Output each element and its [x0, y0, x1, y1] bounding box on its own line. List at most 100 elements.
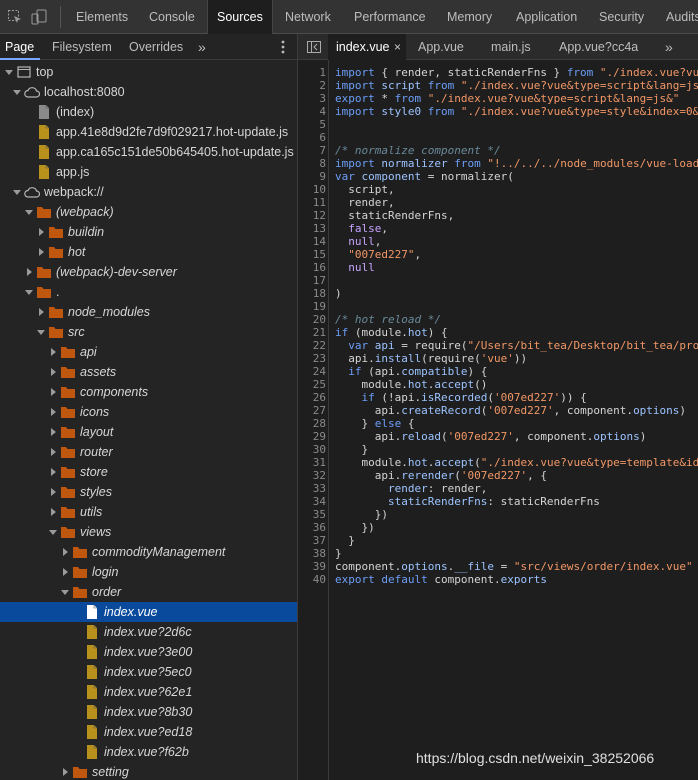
tree-item[interactable]: utils: [0, 502, 297, 522]
collapsed-arrow-icon[interactable]: [24, 262, 34, 282]
editor-tab-app-vue[interactable]: App.vue: [418, 34, 464, 60]
expanded-arrow-icon[interactable]: [24, 202, 34, 222]
expanded-arrow-icon[interactable]: [60, 582, 70, 602]
line-number[interactable]: 25: [298, 378, 326, 391]
tab-filesystem[interactable]: Filesystem: [52, 34, 112, 60]
tree-item[interactable]: index.vue?62e1: [0, 682, 297, 702]
tab-sources[interactable]: Sources: [207, 0, 273, 34]
tree-item[interactable]: buildin: [0, 222, 297, 242]
collapsed-arrow-icon[interactable]: [48, 362, 58, 382]
tree-item[interactable]: assets: [0, 362, 297, 382]
tab-elements[interactable]: Elements: [76, 0, 128, 34]
tree-item[interactable]: hot: [0, 242, 297, 262]
line-number[interactable]: 14: [298, 235, 326, 248]
tree-item[interactable]: index.vue: [0, 602, 297, 622]
collapsed-arrow-icon[interactable]: [48, 382, 58, 402]
collapsed-arrow-icon[interactable]: [48, 462, 58, 482]
tab-console[interactable]: Console: [149, 0, 195, 34]
line-number[interactable]: 18: [298, 287, 326, 300]
tab-performance[interactable]: Performance: [354, 0, 426, 34]
collapsed-arrow-icon[interactable]: [60, 562, 70, 582]
collapsed-arrow-icon[interactable]: [60, 542, 70, 562]
expanded-arrow-icon[interactable]: [4, 62, 14, 82]
line-number[interactable]: 12: [298, 209, 326, 222]
line-number[interactable]: 23: [298, 352, 326, 365]
expanded-arrow-icon[interactable]: [12, 82, 22, 102]
editor-tab-index-vue[interactable]: index.vue ×: [328, 34, 406, 60]
tab-memory[interactable]: Memory: [447, 0, 492, 34]
collapsed-arrow-icon[interactable]: [36, 222, 46, 242]
collapsed-arrow-icon[interactable]: [36, 242, 46, 262]
line-number[interactable]: 31: [298, 456, 326, 469]
more-tabs-chevron-icon[interactable]: »: [665, 34, 673, 60]
line-number[interactable]: 34: [298, 495, 326, 508]
collapsed-arrow-icon[interactable]: [48, 342, 58, 362]
tab-network[interactable]: Network: [285, 0, 331, 34]
editor-tab-main-js[interactable]: main.js: [491, 34, 531, 60]
line-number[interactable]: 6: [298, 131, 326, 144]
expanded-arrow-icon[interactable]: [36, 322, 46, 342]
line-number[interactable]: 10: [298, 183, 326, 196]
collapsed-arrow-icon[interactable]: [60, 762, 70, 780]
line-number[interactable]: 30: [298, 443, 326, 456]
close-icon[interactable]: ×: [394, 34, 401, 60]
line-number[interactable]: 9: [298, 170, 326, 183]
line-number[interactable]: 32: [298, 469, 326, 482]
tree-item[interactable]: index.vue?ed18: [0, 722, 297, 742]
line-number[interactable]: 21: [298, 326, 326, 339]
line-number[interactable]: 20: [298, 313, 326, 326]
line-number[interactable]: 22: [298, 339, 326, 352]
line-number[interactable]: 35: [298, 508, 326, 521]
tree-item[interactable]: webpack://: [0, 182, 297, 202]
expanded-arrow-icon[interactable]: [12, 182, 22, 202]
line-number[interactable]: 2: [298, 79, 326, 92]
tree-item[interactable]: styles: [0, 482, 297, 502]
collapsed-arrow-icon[interactable]: [48, 422, 58, 442]
tab-page[interactable]: Page: [5, 34, 34, 60]
tree-item[interactable]: app.41e8d9d2fe7d9f029217.hot-update.js: [0, 122, 297, 142]
tree-item[interactable]: app.js: [0, 162, 297, 182]
collapsed-arrow-icon[interactable]: [48, 402, 58, 422]
line-number[interactable]: 33: [298, 482, 326, 495]
line-number[interactable]: 11: [298, 196, 326, 209]
tree-item[interactable]: router: [0, 442, 297, 462]
line-number[interactable]: 1: [298, 66, 326, 79]
tree-item[interactable]: commodityManagement: [0, 542, 297, 562]
tree-item[interactable]: (index): [0, 102, 297, 122]
tree-item[interactable]: index.vue?5ec0: [0, 662, 297, 682]
expanded-arrow-icon[interactable]: [24, 282, 34, 302]
inspect-element-icon[interactable]: [7, 9, 23, 25]
tree-item[interactable]: order: [0, 582, 297, 602]
tree-item[interactable]: index.vue?f62b: [0, 742, 297, 762]
line-number[interactable]: 5: [298, 118, 326, 131]
tree-item[interactable]: node_modules: [0, 302, 297, 322]
line-number[interactable]: 7: [298, 144, 326, 157]
line-number[interactable]: 27: [298, 404, 326, 417]
collapsed-arrow-icon[interactable]: [48, 482, 58, 502]
line-number[interactable]: 3: [298, 92, 326, 105]
tree-item[interactable]: icons: [0, 402, 297, 422]
collapsed-arrow-icon[interactable]: [48, 502, 58, 522]
more-tabs-chevron-icon[interactable]: »: [198, 34, 206, 60]
line-number[interactable]: 17: [298, 274, 326, 287]
tab-audits[interactable]: Audits: [666, 0, 698, 34]
tree-item[interactable]: layout: [0, 422, 297, 442]
tree-item[interactable]: app.ca165c151de50b645405.hot-update.js: [0, 142, 297, 162]
tree-item[interactable]: (webpack)-dev-server: [0, 262, 297, 282]
device-toolbar-icon[interactable]: [31, 9, 47, 25]
kebab-menu-icon[interactable]: [281, 40, 285, 54]
tree-item[interactable]: src: [0, 322, 297, 342]
line-number[interactable]: 19: [298, 300, 326, 313]
line-number[interactable]: 24: [298, 365, 326, 378]
line-number[interactable]: 39: [298, 560, 326, 573]
tab-security[interactable]: Security: [599, 0, 644, 34]
editor-tab-app-vue-cc4a[interactable]: App.vue?cc4a: [559, 34, 638, 60]
tab-application[interactable]: Application: [516, 0, 577, 34]
line-number[interactable]: 8: [298, 157, 326, 170]
line-number[interactable]: 38: [298, 547, 326, 560]
tree-item[interactable]: index.vue?8b30: [0, 702, 297, 722]
tree-item[interactable]: components: [0, 382, 297, 402]
line-number[interactable]: 37: [298, 534, 326, 547]
tree-item[interactable]: store: [0, 462, 297, 482]
line-number[interactable]: 13: [298, 222, 326, 235]
